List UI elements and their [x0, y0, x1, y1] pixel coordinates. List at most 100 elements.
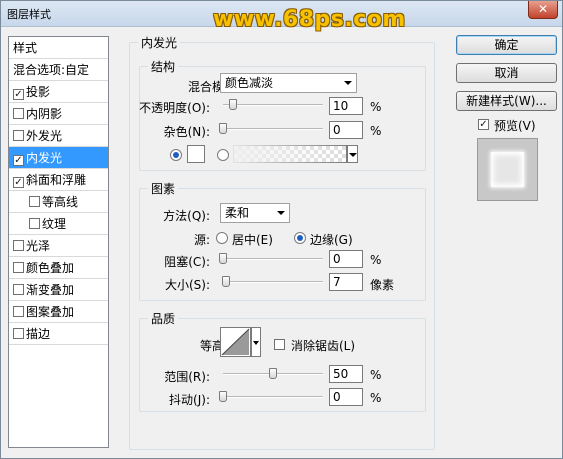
style-item-checkbox[interactable] [29, 218, 40, 229]
style-item[interactable]: 外发光 [9, 125, 108, 147]
range-slider-thumb[interactable] [269, 368, 277, 379]
contour-preview[interactable] [220, 327, 251, 357]
style-item-label: 内阴影 [26, 107, 63, 121]
style-item-label: 描边 [26, 327, 51, 341]
style-item[interactable]: 纹理 [9, 213, 108, 235]
style-item-checkbox[interactable] [13, 130, 24, 141]
size-unit: 像素 [370, 278, 395, 292]
new-style-button[interactable]: 新建样式(W)... [456, 91, 557, 111]
contour-dropdown-button[interactable] [251, 327, 261, 357]
style-item[interactable]: ✓ 投影 [9, 81, 108, 103]
technique-label: 方法(Q): [163, 209, 210, 223]
glow-color-swatch[interactable] [187, 145, 205, 163]
style-item[interactable]: 等高线 [9, 191, 108, 213]
jitter-unit: % [370, 391, 382, 405]
style-item[interactable]: 光泽 [9, 235, 108, 257]
range-label: 范围(R): [164, 370, 210, 384]
style-item-checkbox[interactable] [13, 284, 24, 295]
contour-curve-icon [221, 328, 250, 356]
style-item-label: 渐变叠加 [26, 283, 75, 297]
ok-button[interactable]: 确定 [456, 35, 557, 55]
opacity-slider-thumb[interactable] [229, 99, 237, 110]
size-slider-thumb[interactable] [221, 276, 230, 287]
noise-input[interactable]: 0 [329, 121, 363, 139]
opacity-unit: % [370, 100, 382, 114]
gradient-dropdown-button[interactable] [347, 145, 358, 163]
style-item-label: 纹理 [42, 217, 67, 231]
preview-checkbox[interactable]: ✓ [478, 119, 489, 130]
preview-swatch [491, 152, 524, 187]
noise-slider-track[interactable] [223, 128, 323, 130]
style-item-checkbox[interactable]: ✓ [13, 89, 24, 100]
watermark: www.68ps.com [213, 7, 406, 32]
preview-label[interactable]: 预览(V) [494, 117, 536, 134]
blend-options-item[interactable]: 混合选项:自定 [9, 59, 108, 81]
style-item-checkbox[interactable] [13, 306, 24, 317]
style-item-label: 图案叠加 [26, 305, 75, 319]
solid-color-radio[interactable] [170, 149, 182, 161]
style-item[interactable]: 描边 [9, 323, 108, 345]
style-item[interactable]: 内阴影 [9, 103, 108, 125]
cancel-button[interactable]: 取消 [456, 63, 557, 83]
style-item-label: 内发光 [26, 151, 63, 165]
antialias-label[interactable]: 消除锯齿(L) [291, 337, 355, 354]
style-item-checkbox[interactable] [13, 328, 24, 339]
chevron-down-icon [344, 81, 352, 85]
style-item[interactable]: 渐变叠加 [9, 279, 108, 301]
style-item-label: 颜色叠加 [26, 261, 75, 275]
source-edge-label[interactable]: 边缘(G) [310, 231, 353, 248]
layer-style-dialog: 图层样式 www.68ps.com ✕ 样式 混合选项:自定 ✓ 投影内阴影外发光… [0, 0, 563, 459]
noise-unit: % [370, 124, 382, 138]
source-edge-radio[interactable] [294, 232, 306, 244]
blend-mode-value: 颜色减淡 [225, 76, 274, 90]
jitter-slider-thumb[interactable] [219, 391, 227, 402]
noise-label: 杂色(N): [163, 125, 210, 139]
noise-slider-thumb[interactable] [219, 123, 227, 134]
technique-dropdown[interactable]: 柔和 [220, 203, 290, 223]
gradient-picker[interactable] [233, 145, 347, 163]
range-unit: % [370, 368, 382, 382]
style-item[interactable]: 图案叠加 [9, 301, 108, 323]
choke-unit: % [370, 253, 382, 267]
quality-title: 品质 [148, 310, 179, 327]
source-center-radio[interactable] [216, 232, 228, 244]
window-title: 图层样式 [7, 8, 51, 21]
style-item[interactable]: 颜色叠加 [9, 257, 108, 279]
antialias-checkbox[interactable] [274, 339, 285, 350]
source-center-label[interactable]: 居中(E) [232, 231, 273, 248]
style-item-checkbox[interactable] [29, 196, 40, 207]
close-button[interactable]: ✕ [528, 1, 558, 19]
style-item-checkbox[interactable] [13, 240, 24, 251]
gradient-radio[interactable] [217, 149, 229, 161]
style-item-label: 斜面和浮雕 [26, 173, 87, 187]
style-item[interactable]: ✓ 斜面和浮雕 [9, 169, 108, 191]
style-preview [477, 138, 538, 201]
opacity-label: 不透明度(O): [139, 101, 210, 115]
size-slider-track[interactable] [223, 281, 323, 283]
choke-input[interactable]: 0 [329, 250, 363, 268]
opacity-input[interactable]: 10 [329, 97, 363, 115]
style-item[interactable]: ✓ 内发光 [9, 147, 108, 169]
jitter-input[interactable]: 0 [329, 388, 363, 406]
source-label: 源: [193, 233, 210, 247]
blend-mode-dropdown[interactable]: 颜色减淡 [220, 73, 357, 93]
style-item-checkbox[interactable] [13, 108, 24, 119]
styles-header[interactable]: 样式 [9, 37, 108, 59]
chevron-down-icon [277, 211, 285, 215]
style-item-checkbox[interactable] [13, 262, 24, 273]
choke-slider-track[interactable] [223, 258, 323, 260]
range-input[interactable]: 50 [329, 365, 363, 383]
opacity-slider-track[interactable] [223, 104, 323, 106]
style-item-checkbox[interactable]: ✓ [13, 155, 24, 166]
jitter-label: 抖动(J): [169, 393, 210, 407]
size-label: 大小(S): [164, 278, 210, 292]
size-input[interactable]: 7 [329, 273, 363, 291]
elements-title: 图素 [148, 180, 179, 197]
inner-glow-title: 内发光 [138, 34, 181, 51]
style-item-checkbox[interactable]: ✓ [13, 177, 24, 188]
choke-slider-thumb[interactable] [219, 253, 227, 264]
technique-value: 柔和 [225, 206, 250, 220]
structure-title: 结构 [148, 58, 179, 75]
title-bar: 图层样式 www.68ps.com ✕ [1, 1, 562, 32]
jitter-slider-track[interactable] [223, 396, 323, 398]
